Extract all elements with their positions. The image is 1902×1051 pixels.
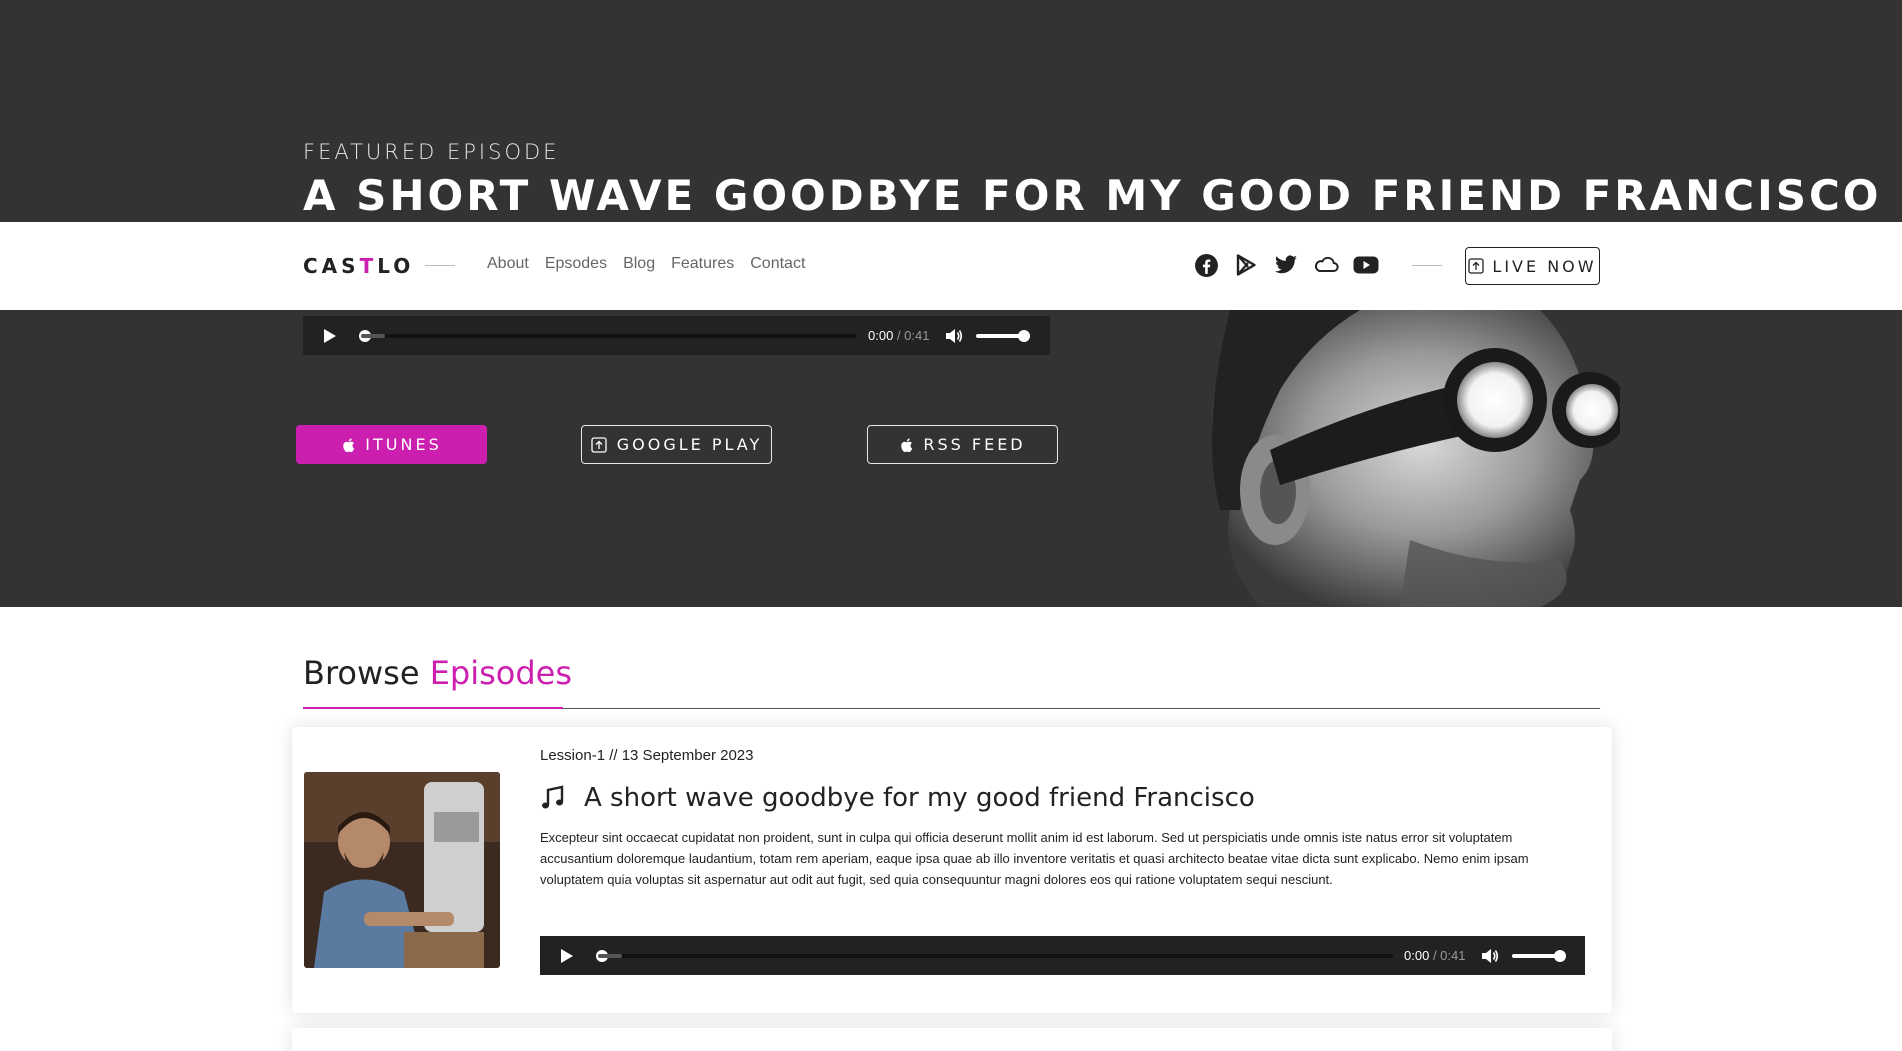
music-note-icon	[542, 785, 564, 809]
episode-title[interactable]: A short wave goodbye for my good friend …	[584, 783, 1255, 813]
featured-volume-knob[interactable]	[1018, 329, 1031, 342]
site-logo[interactable]: CASTLO	[303, 254, 414, 278]
episode-volume-slider[interactable]	[1512, 949, 1567, 962]
nav-link-about[interactable]: About	[487, 255, 529, 273]
featured-time: 0:00 / 0:41	[868, 328, 929, 343]
episode-title-row[interactable]: A short wave goodbye for my good friend …	[540, 783, 1255, 813]
featured-progress-track[interactable]	[359, 329, 857, 342]
twitter-icon[interactable]	[1273, 252, 1299, 278]
itunes-label: ITUNES	[365, 435, 442, 454]
social-links	[1193, 252, 1379, 278]
nav-menu: About Epsodes Blog Features Contact	[487, 255, 805, 273]
logo-accent: T	[359, 254, 378, 278]
featured-buffer-bar	[361, 333, 385, 338]
nav-link-features[interactable]: Features	[671, 255, 734, 273]
featured-title: A SHORT WAVE GOODBYE FOR MY GOOD FRIEND …	[303, 171, 1882, 220]
episode-card-next	[292, 1028, 1612, 1051]
live-now-label: LIVE NOW	[1492, 256, 1597, 276]
rss-feed-button[interactable]: RSS FEED	[867, 425, 1058, 464]
nav-link-contact[interactable]: Contact	[750, 255, 805, 273]
episode-description: Excepteur sint occaecat cupidatat non pr…	[540, 830, 1529, 887]
soundcloud-icon[interactable]	[1313, 252, 1339, 278]
external-square-icon	[591, 436, 607, 453]
episode-meta: Lession-1 // 13 September 2023	[540, 747, 754, 764]
google-play-icon[interactable]	[1233, 252, 1259, 278]
episode-thumbnail[interactable]	[304, 772, 500, 968]
episode-volume-knob[interactable]	[1554, 949, 1567, 962]
volume-icon[interactable]	[945, 328, 963, 344]
apple-icon	[343, 437, 355, 452]
episode-card: Lession-1 // 13 September 2023 A short w…	[292, 727, 1612, 1013]
featured-eyebrow: FEATURED EPISODE	[303, 140, 560, 164]
browse-title-accent: Episodes	[429, 654, 573, 692]
featured-duration: / 0:41	[896, 328, 930, 343]
featured-audio-player[interactable]: 0:00 / 0:41	[303, 316, 1050, 355]
itunes-button[interactable]: ITUNES	[296, 425, 487, 464]
logo-suffix: LO	[377, 254, 415, 278]
nav-divider-right	[1412, 265, 1442, 266]
episode-time: 0:00 / 0:41	[1404, 948, 1465, 963]
main-navbar: CASTLO About Epsodes Blog Features Conta…	[0, 222, 1902, 310]
facebook-icon[interactable]	[1193, 252, 1219, 278]
logo-prefix: CAS	[303, 254, 360, 278]
play-icon[interactable]	[560, 948, 574, 964]
live-now-button[interactable]: LIVE NOW	[1465, 247, 1600, 285]
google-play-label: GOOGLE PLAY	[616, 435, 763, 454]
google-play-button[interactable]: GOOGLE PLAY	[581, 425, 772, 464]
browse-title-prefix: Browse	[303, 654, 420, 692]
episode-audio-player[interactable]: 0:00 / 0:41	[540, 936, 1585, 975]
episode-current-time: 0:00	[1404, 948, 1430, 963]
nav-link-episodes[interactable]: Epsodes	[545, 255, 607, 273]
play-icon[interactable]	[323, 328, 337, 344]
episode-progress-track[interactable]	[596, 949, 1393, 962]
nav-divider	[425, 265, 455, 266]
volume-icon[interactable]	[1481, 948, 1499, 964]
apple-icon	[901, 437, 913, 452]
section-divider-accent	[303, 707, 563, 709]
youtube-icon[interactable]	[1353, 252, 1379, 278]
hero-banner: FEATURED EPISODE A SHORT WAVE GOODBYE FO…	[0, 0, 1902, 222]
host-portrait-image	[1212, 310, 1620, 607]
hero-player-section: 0:00 / 0:41 ITUNES GOOGLE PLAY RSS FEED	[0, 310, 1902, 607]
browse-episodes-heading: Browse Episodes	[303, 654, 572, 692]
featured-current-time: 0:00	[868, 328, 894, 343]
rss-feed-label: RSS FEED	[923, 435, 1026, 454]
episode-buffer-bar	[598, 953, 622, 958]
external-square-icon	[1468, 258, 1485, 274]
featured-volume-slider[interactable]	[976, 329, 1031, 342]
episode-duration: / 0:41	[1432, 948, 1466, 963]
nav-link-blog[interactable]: Blog	[623, 255, 655, 273]
